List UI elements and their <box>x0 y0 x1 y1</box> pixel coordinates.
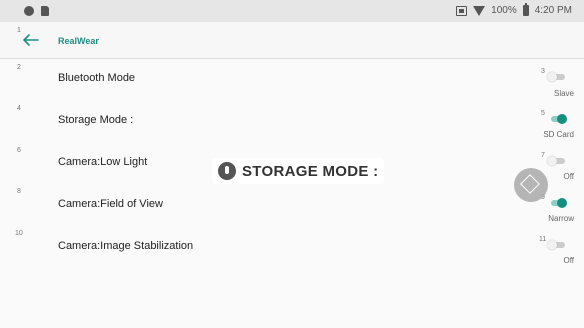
row-number: 4 <box>17 105 21 112</box>
toggle-number: 3 <box>541 68 545 75</box>
app-title: RealWear <box>58 36 99 46</box>
camera-field-of-view-toggle[interactable] <box>547 198 567 208</box>
back-arrow-icon[interactable] <box>20 32 40 48</box>
toggle-knob <box>547 240 557 250</box>
battery-percent: 100% <box>491 5 517 16</box>
clock: 4:20 PM <box>534 5 572 16</box>
app-bar: 1 RealWear <box>0 22 584 59</box>
setting-value: SD Card <box>543 130 574 139</box>
toggle-knob <box>547 156 557 166</box>
setting-label-storage-mode[interactable]: Storage Mode : <box>58 114 133 126</box>
row-number: 2 <box>17 64 21 71</box>
row-number: 8 <box>17 188 21 195</box>
toggle-number: 7 <box>541 152 545 159</box>
setting-value: Off <box>563 172 574 181</box>
record-dot-icon <box>24 6 34 16</box>
status-bar: 100% 4:20 PM <box>0 0 584 22</box>
bluetooth-mode-toggle[interactable] <box>547 72 567 82</box>
camera-low-light-toggle[interactable] <box>547 156 567 166</box>
setting-label-camera-low-light[interactable]: Camera:Low Light <box>58 156 147 168</box>
camera-image-stabilization-toggle[interactable] <box>547 240 567 250</box>
status-right: 100% 4:20 PM <box>456 3 572 16</box>
setting-value: Slave <box>553 89 574 98</box>
wifi-icon <box>473 5 486 16</box>
setting-label-bluetooth-mode[interactable]: Bluetooth Mode <box>58 72 135 84</box>
storage-mode-toggle[interactable] <box>547 114 567 124</box>
microphone-icon <box>218 162 236 180</box>
toggle-knob <box>557 198 567 208</box>
voice-command-text: STORAGE MODE : <box>242 162 379 180</box>
toggle-knob <box>557 114 567 124</box>
setting-value: Narrow <box>548 214 574 223</box>
setting-value: Off <box>563 256 574 265</box>
row-number: 10 <box>15 230 23 237</box>
sd-card-icon <box>41 6 49 16</box>
toggle-knob <box>547 72 557 82</box>
sim-icon <box>456 5 468 16</box>
toggle-number: 5 <box>541 110 545 117</box>
status-left-icons <box>24 6 49 16</box>
setting-label-camera-field-of-view[interactable]: Camera:Field of View <box>58 198 163 210</box>
row-number: 6 <box>17 147 21 154</box>
battery-icon <box>522 3 529 16</box>
navigation-control-icon[interactable] <box>514 168 548 202</box>
toggle-number: 11 <box>539 236 547 243</box>
setting-label-camera-image-stabilization[interactable]: Camera:Image Stabilization <box>58 240 193 252</box>
voice-command-overlay: STORAGE MODE : <box>212 158 385 184</box>
